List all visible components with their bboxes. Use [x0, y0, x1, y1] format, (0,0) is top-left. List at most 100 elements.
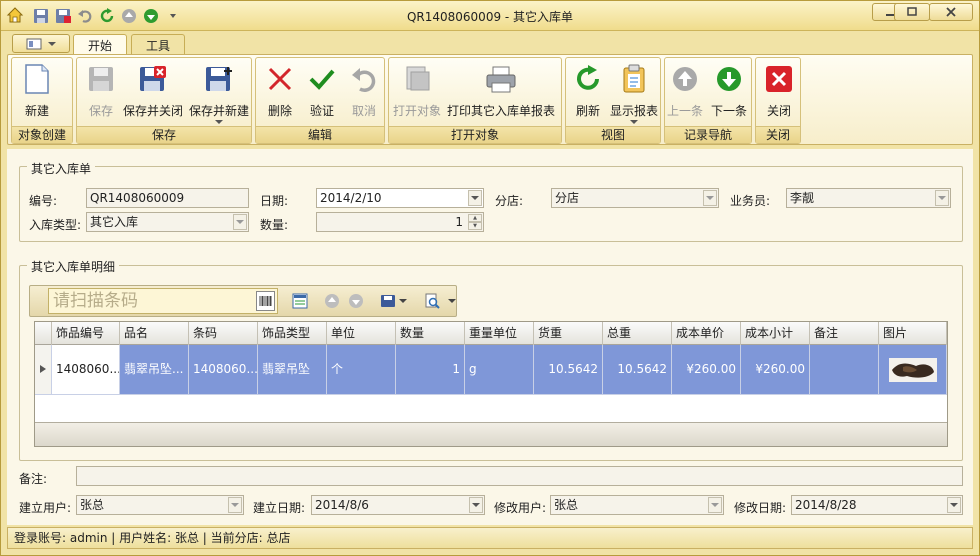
column-header[interactable]: 图片 — [879, 322, 947, 345]
open-object-button[interactable]: 打开对象 — [393, 62, 441, 119]
column-header[interactable]: 重量单位 — [465, 322, 534, 345]
save-close-icon — [137, 62, 169, 96]
qty-stepper[interactable]: 1 ▲ ▼ — [316, 212, 484, 232]
cell-product-name[interactable]: 翡翠吊坠... — [120, 345, 189, 395]
header-section-title: 其它入库单 — [27, 160, 96, 177]
cell-remark[interactable] — [810, 345, 879, 395]
chevron-down-icon[interactable] — [468, 190, 482, 206]
tab-tools[interactable]: 工具 — [131, 34, 186, 55]
column-header[interactable]: 备注 — [810, 322, 879, 345]
open-object-icon — [401, 62, 433, 96]
save-and-new-button[interactable]: 保存并新建 — [189, 62, 249, 125]
cell-goods-weight[interactable]: 10.5642 — [534, 345, 603, 395]
group-create: 新建 对象创建 — [11, 57, 73, 144]
chevron-down-icon[interactable] — [947, 497, 961, 513]
modifier-select[interactable]: 张总 — [550, 495, 724, 515]
save-button[interactable]: 保存 — [85, 62, 117, 119]
title-bar: QR1408060009 - 其它入库单 — [1, 1, 979, 31]
column-header[interactable]: 成本单价 — [672, 322, 741, 345]
application-menu-button[interactable] — [12, 34, 70, 53]
grid-header: 饰品编号 品名 条码 饰品类型 单位 数量 重量单位 货重 总重 成本单价 成本… — [35, 322, 947, 345]
validate-button[interactable]: 验证 — [306, 62, 338, 119]
chevron-down-icon[interactable] — [233, 214, 247, 230]
cell-barcode[interactable]: 1408060... — [189, 345, 258, 395]
group-label: 编辑 — [256, 126, 384, 143]
chevron-down-icon[interactable] — [469, 497, 483, 513]
branch-select[interactable]: 分店 — [551, 188, 719, 208]
code-field[interactable]: QR1408060009 — [86, 188, 249, 208]
checkmark-icon — [306, 62, 338, 96]
delete-button[interactable]: 删除 — [264, 62, 296, 119]
cell-item-code[interactable]: 1408060... — [52, 345, 120, 395]
created-date-label: 建立日期: — [253, 501, 306, 515]
column-header[interactable]: 成本小计 — [741, 322, 810, 345]
remark-field[interactable] — [76, 466, 963, 486]
column-header[interactable]: 饰品类型 — [258, 322, 327, 345]
spin-down-icon[interactable]: ▼ — [468, 222, 482, 230]
cell-quantity[interactable]: 1 — [396, 345, 465, 395]
group-label: 保存 — [77, 126, 251, 143]
salesman-select[interactable]: 李靓 — [786, 188, 951, 208]
delete-x-icon — [264, 62, 296, 96]
creator-select[interactable]: 张总 — [76, 495, 244, 515]
move-down-icon[interactable] — [347, 292, 365, 310]
salesman-label: 业务员: — [730, 194, 771, 208]
grid-list-icon[interactable] — [291, 292, 309, 310]
spin-up-icon[interactable]: ▲ — [468, 214, 482, 222]
cell-unit-cost[interactable]: ¥260.00 — [672, 345, 741, 395]
column-header[interactable]: 总重 — [603, 322, 672, 345]
remark-label: 备注: — [19, 472, 48, 486]
barcode-scan-input[interactable]: 请扫描条码 — [48, 288, 278, 314]
move-up-icon[interactable] — [323, 292, 341, 310]
toolbar-overflow-icon[interactable] — [447, 292, 457, 310]
print-report-button[interactable]: 打印其它入库单报表 — [447, 62, 555, 119]
column-header[interactable]: 饰品编号 — [52, 322, 120, 345]
cell-cost-subtotal[interactable]: ¥260.00 — [741, 345, 810, 395]
column-header[interactable]: 条码 — [189, 322, 258, 345]
group-label: 视图 — [566, 126, 660, 143]
cell-unit[interactable]: 个 — [327, 345, 396, 395]
cell-image[interactable] — [879, 345, 947, 395]
refresh-button[interactable]: 刷新 — [572, 62, 604, 119]
chevron-down-icon[interactable] — [708, 497, 722, 513]
maximize-button[interactable] — [894, 3, 930, 21]
refresh-icon — [572, 62, 604, 96]
close-window-button[interactable] — [929, 3, 973, 21]
type-select[interactable]: 其它入库 — [86, 212, 249, 232]
cancel-button[interactable]: 取消 — [348, 62, 380, 119]
export-icon[interactable] — [379, 292, 397, 310]
cell-item-type[interactable]: 翡翠吊坠 — [258, 345, 327, 395]
row-indicator-icon[interactable] — [35, 345, 52, 395]
branch-label: 分店: — [495, 194, 524, 208]
save-icon — [85, 62, 117, 96]
modifier-label: 修改用户: — [494, 501, 547, 515]
group-label: 对象创建 — [12, 126, 72, 143]
clipboard-report-icon — [618, 62, 650, 96]
show-report-button[interactable]: 显示报表 — [610, 62, 658, 125]
group-close: 关闭 关闭 — [755, 57, 801, 144]
column-header[interactable]: 品名 — [120, 322, 189, 345]
up-arrow-icon — [669, 62, 701, 96]
created-date-field[interactable]: 2014/8/6 — [311, 495, 485, 515]
chevron-down-icon[interactable] — [703, 190, 717, 206]
close-button[interactable]: 关闭 — [763, 62, 795, 119]
export-dropdown-icon[interactable] — [398, 292, 408, 310]
grid-footer — [35, 422, 947, 446]
previous-record-button[interactable]: 上一条 — [667, 62, 703, 119]
spin-buttons[interactable]: ▲ ▼ — [468, 214, 482, 230]
new-button[interactable]: 新建 — [21, 62, 53, 119]
chevron-down-icon[interactable] — [228, 497, 242, 513]
column-header[interactable]: 货重 — [534, 322, 603, 345]
tab-start[interactable]: 开始 — [73, 34, 128, 55]
chevron-down-icon[interactable] — [935, 190, 949, 206]
save-and-close-button[interactable]: 保存并关闭 — [123, 62, 183, 119]
date-field[interactable]: 2014/2/10 — [316, 188, 484, 208]
modified-date-field[interactable]: 2014/8/28 — [791, 495, 963, 515]
cell-total-weight[interactable]: 10.5642 — [603, 345, 672, 395]
search-icon[interactable] — [423, 292, 441, 310]
column-header[interactable]: 单位 — [327, 322, 396, 345]
barcode-icon[interactable] — [256, 291, 275, 311]
next-record-button[interactable]: 下一条 — [711, 62, 747, 119]
cell-weight-unit[interactable]: g — [465, 345, 534, 395]
column-header[interactable]: 数量 — [396, 322, 465, 345]
